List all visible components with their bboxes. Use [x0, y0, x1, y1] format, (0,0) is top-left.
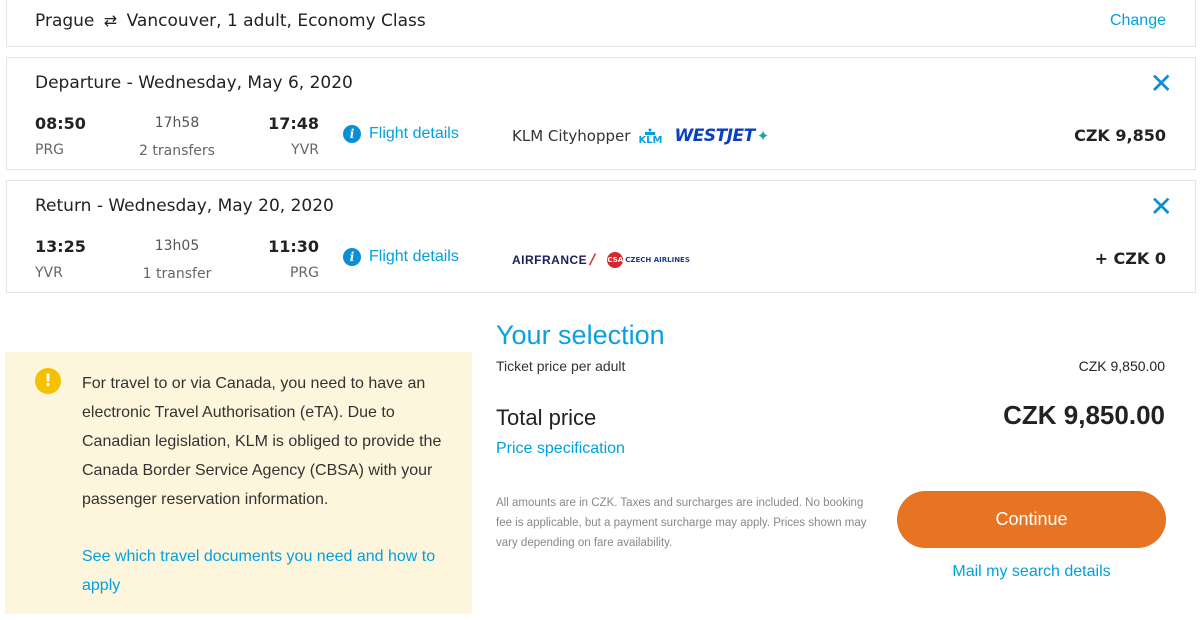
departure-flight-card: Departure - Wednesday, May 6, 2020 ✕ 08:… [6, 57, 1196, 170]
price-specification-link[interactable]: Price specification [496, 440, 625, 458]
remove-return-close-icon[interactable]: ✕ [1150, 193, 1173, 221]
change-search-link[interactable]: Change [1110, 12, 1166, 30]
czech-airlines-logo: CSA CZECH AIRLINES [607, 252, 690, 268]
air-france-stripe-icon: / [590, 252, 596, 268]
air-france-logo: AIRFRANCE [512, 253, 588, 267]
departure-airport: YVR [35, 265, 63, 281]
remove-departure-close-icon[interactable]: ✕ [1150, 70, 1173, 98]
total-price-value: CZK 9,850.00 [1003, 400, 1165, 430]
total-price-label: Total price [496, 405, 597, 430]
info-icon: i [343, 248, 361, 266]
return-flight-card: Return - Wednesday, May 20, 2020 ✕ 13:25… [6, 180, 1196, 293]
arrival-time: 11:30 [268, 237, 319, 256]
flight-duration: 17h58 [154, 115, 200, 131]
selection-title: Your selection [496, 320, 665, 350]
flight-details-label: Flight details [369, 125, 459, 142]
warning-icon: ! [35, 368, 61, 394]
round-trip-icon: ⇄ [103, 11, 118, 30]
eta-notice-text: For travel to or via Canada, you need to… [82, 375, 442, 508]
eta-notice: ! For travel to or via Canada, you need … [5, 352, 472, 614]
departure-time: 08:50 [35, 114, 86, 133]
ticket-price-value: CZK 9,850.00 [1078, 358, 1165, 374]
ticket-price-label: Ticket price per adult [496, 358, 626, 374]
departure-airlines: KLM Cityhopper KLM WESTJET ✦ [512, 126, 769, 146]
departure-title: Departure - Wednesday, May 6, 2020 [35, 73, 353, 93]
search-summary: Prague ⇄ Vancouver, 1 adult, Economy Cla… [6, 0, 1196, 47]
departure-flight-details-link[interactable]: i Flight details [343, 125, 459, 143]
transfer-count: 1 transfer [142, 266, 212, 282]
continue-button[interactable]: Continue [897, 491, 1166, 548]
flight-duration: 13h05 [154, 238, 200, 254]
origin-city: Prague [35, 11, 95, 31]
return-airlines: AIRFRANCE / CSA CZECH AIRLINES [512, 252, 690, 268]
departure-airport: PRG [35, 142, 65, 158]
westjet-logo: WESTJET ✦ [674, 126, 770, 146]
return-flight-details-link[interactable]: i Flight details [343, 248, 459, 266]
info-icon: i [343, 125, 361, 143]
klm-logo: KLM [638, 128, 663, 145]
transfer-count: 2 transfers [139, 143, 215, 159]
arrival-airport: PRG [289, 265, 319, 281]
price-disclaimer: All amounts are in CZK. Taxes and surcha… [496, 497, 867, 549]
mail-search-link[interactable]: Mail my search details [897, 563, 1166, 581]
departure-time: 13:25 [35, 237, 86, 256]
czech-airlines-emblem-icon: CSA [607, 252, 624, 268]
route-summary: Prague ⇄ Vancouver, 1 adult, Economy Cla… [35, 11, 426, 31]
return-price: + CZK 0 [1094, 249, 1166, 268]
travel-documents-link[interactable]: See which travel documents you need and … [82, 542, 457, 600]
departure-price: CZK 9,850 [1074, 126, 1166, 145]
maple-leaf-icon: ✦ [756, 127, 770, 145]
flight-details-label: Flight details [369, 248, 459, 265]
return-title: Return - Wednesday, May 20, 2020 [35, 196, 334, 216]
route-details: Vancouver, 1 adult, Economy Class [126, 11, 426, 31]
operating-airline: KLM Cityhopper [512, 127, 631, 145]
arrival-time: 17:48 [268, 114, 319, 133]
arrival-airport: YVR [291, 142, 319, 158]
